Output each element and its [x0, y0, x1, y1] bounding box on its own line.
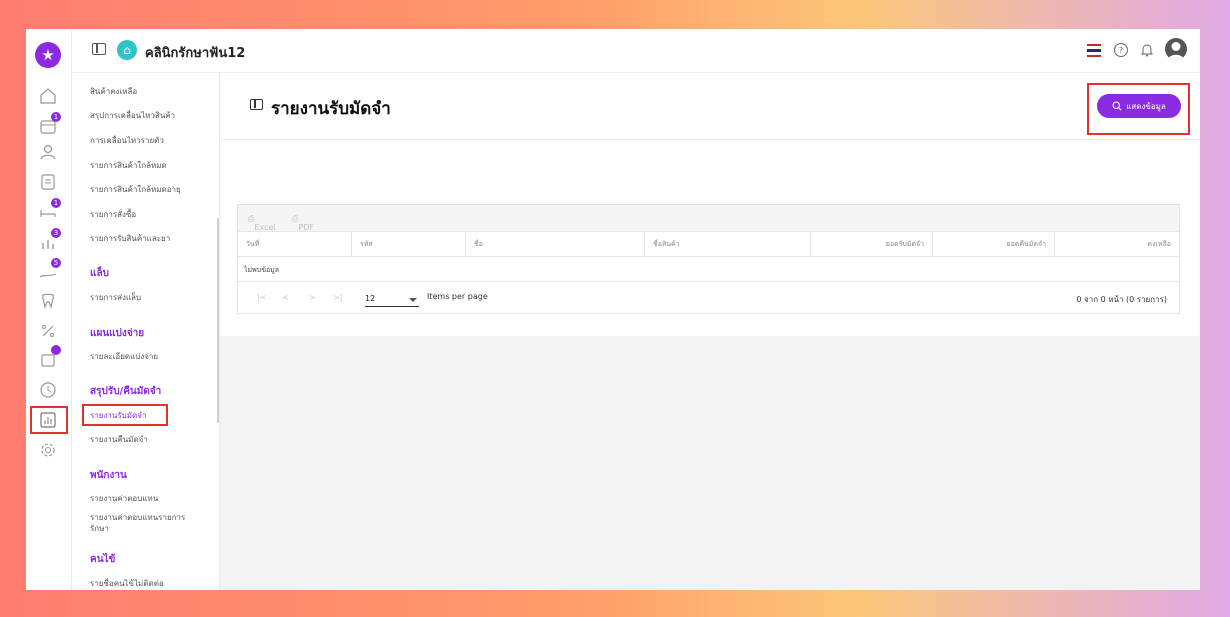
column-balance[interactable]: คงเหลือ — [1055, 232, 1179, 257]
search-icon — [1112, 101, 1122, 111]
paginator: |< < > >| 12 Items per page 0 จาก 0 หน้า… — [238, 282, 1179, 313]
calendar-badge: 1 — [51, 112, 61, 122]
export-toolbar: ⎙ Excel ⎙ PDF — [238, 205, 1179, 232]
table-header: วันที่ รหัส ชื่อ ชื่อสินค้า ยอดรับมัดจำ … — [238, 232, 1179, 257]
column-deposit-received[interactable]: ยอดรับมัดจำ — [811, 232, 933, 257]
prev-page-icon[interactable]: < — [282, 293, 289, 302]
chart-people-icon[interactable]: 3 — [38, 228, 61, 252]
first-page-icon[interactable]: |< — [257, 293, 266, 302]
submenu-item-deposit-returned[interactable]: รายงานคืนมัดจำ — [90, 435, 148, 445]
submenu-item-patient-no-contact[interactable]: รายชื่อคนไข้ไม่ติดต่อ — [90, 579, 164, 589]
page-range-label: 0 จาก 0 หน้า (0 รายการ) — [1076, 295, 1167, 304]
column-product-name[interactable]: ชื่อสินค้า — [645, 232, 811, 257]
bed-badge: 1 — [51, 198, 61, 208]
app-window: ★ 1 1 3 5 ⌂ คลินิกรักษาฟัน12 ? สินค้าคงเ… — [26, 29, 1200, 590]
page-header: รายงานรับมัดจำ แสดงข้อมูล — [220, 73, 1200, 140]
user-icon[interactable] — [38, 142, 58, 162]
document-icon[interactable] — [38, 172, 58, 192]
money-hand-badge: 5 — [51, 258, 61, 268]
submenu-item-lab-send[interactable]: รายการส่งแล็บ — [90, 293, 141, 303]
money-hand-icon[interactable]: 5 — [38, 258, 61, 282]
star-logo-icon[interactable]: ★ — [35, 42, 61, 68]
pdf-export-button[interactable]: ⎙ PDF — [292, 214, 314, 232]
box-badge — [51, 345, 61, 355]
page-size-select[interactable]: 12 — [365, 289, 419, 307]
column-code[interactable]: รหัส — [352, 232, 466, 257]
items-per-page-label: Items per page — [427, 292, 488, 301]
chart-people-badge: 3 — [51, 228, 61, 238]
excel-export-button[interactable]: ⎙ Excel — [248, 214, 276, 232]
submenu-item-compensation-treatment-cont[interactable]: รักษา — [90, 524, 109, 534]
submenu-item-movement-item[interactable]: การเคลื่อนไหวรายตัว — [90, 136, 164, 146]
submenu-item-near-expiry[interactable]: รายการสินค้าใกล้หมดอายุ — [90, 185, 181, 195]
page-size-value: 12 — [365, 294, 376, 303]
bell-icon[interactable] — [1139, 42, 1155, 58]
main-content: รายงานรับมัดจำ แสดงข้อมูล ⎙ Excel ⎙ PDF … — [220, 73, 1200, 590]
show-data-button[interactable]: แสดงข้อมูล — [1097, 94, 1181, 118]
deposit-received-highlight-box — [82, 404, 168, 426]
submenu-header-split: แผนแบ่งจ่าย — [90, 328, 145, 339]
submenu-header-patient: คนไข้ — [90, 554, 116, 565]
gear-icon[interactable] — [38, 440, 58, 460]
pdf-label: PDF — [298, 223, 314, 232]
submenu-item-compensation-treatment[interactable]: รายงานค่าตอบแทนรายการ — [90, 513, 185, 523]
tooth-icon[interactable] — [38, 291, 58, 311]
submenu-scrollbar[interactable] — [217, 218, 219, 423]
icon-rail: ★ 1 1 3 5 — [26, 29, 72, 590]
last-page-icon[interactable]: >| — [333, 293, 342, 302]
report-highlight-box — [30, 406, 68, 434]
chevron-down-icon — [409, 298, 417, 302]
column-name[interactable]: ชื่อ — [466, 232, 645, 257]
page-title: รายงานรับมัดจำ — [271, 99, 391, 119]
report-table-card: ⎙ Excel ⎙ PDF วันที่ รหัส ชื่อ ชื่อสินค้… — [237, 204, 1180, 314]
avatar[interactable] — [1165, 38, 1187, 60]
submenu-item-purchase-orders[interactable]: รายการสั่งซื้อ — [90, 210, 136, 220]
percent-icon[interactable] — [38, 321, 58, 341]
clinic-name: คลินิกรักษาฟัน12 — [145, 46, 246, 61]
page-panel-icon — [250, 99, 263, 110]
submenu-header-lab: แล็บ — [90, 268, 109, 279]
submenu-item-stock[interactable]: สินค้าคงเหลือ — [90, 87, 137, 97]
box-icon[interactable] — [38, 345, 61, 369]
bed-icon[interactable]: 1 — [38, 198, 61, 222]
calendar-icon[interactable]: 1 — [38, 112, 61, 136]
top-bar: ⌂ คลินิกรักษาฟัน12 ? — [72, 29, 1200, 73]
submenu-item-compensation[interactable]: รายงานค่าตอบแทน — [90, 494, 158, 504]
show-data-label: แสดงข้อมูล — [1126, 101, 1166, 111]
clock-icon[interactable] — [38, 380, 58, 400]
submenu-header-staff: พนักงาน — [90, 470, 127, 481]
help-icon[interactable]: ? — [1113, 42, 1129, 58]
column-deposit-returned[interactable]: ยอดคืนมัดจำ — [933, 232, 1055, 257]
submenu-item-movement-summary[interactable]: สรุปการเคลื่อนไหวสินค้า — [90, 111, 175, 121]
excel-label: Excel — [254, 223, 276, 232]
submenu-item-low-stock[interactable]: รายการสินค้าใกล้หมด — [90, 161, 167, 171]
thai-flag-icon[interactable] — [1087, 44, 1101, 58]
home-icon[interactable] — [38, 86, 58, 106]
next-page-icon[interactable]: > — [309, 293, 316, 302]
report-submenu: สินค้าคงเหลือ สรุปการเคลื่อนไหวสินค้า กา… — [72, 73, 220, 590]
submenu-item-split-detail[interactable]: รายละเอียดแบ่งจ่าย — [90, 352, 158, 362]
svg-text:?: ? — [1119, 46, 1123, 55]
no-data-row: ไม่พบข้อมูล — [238, 257, 1179, 282]
clinic-home-icon: ⌂ — [117, 40, 137, 60]
submenu-header-deposit: สรุปรับ/คืนมัดจำ — [90, 386, 162, 397]
sidebar-toggle-icon[interactable] — [92, 43, 106, 55]
column-date[interactable]: วันที่ — [238, 232, 352, 257]
submenu-item-goods-received[interactable]: รายการรับสินค้าและยา — [90, 234, 170, 244]
